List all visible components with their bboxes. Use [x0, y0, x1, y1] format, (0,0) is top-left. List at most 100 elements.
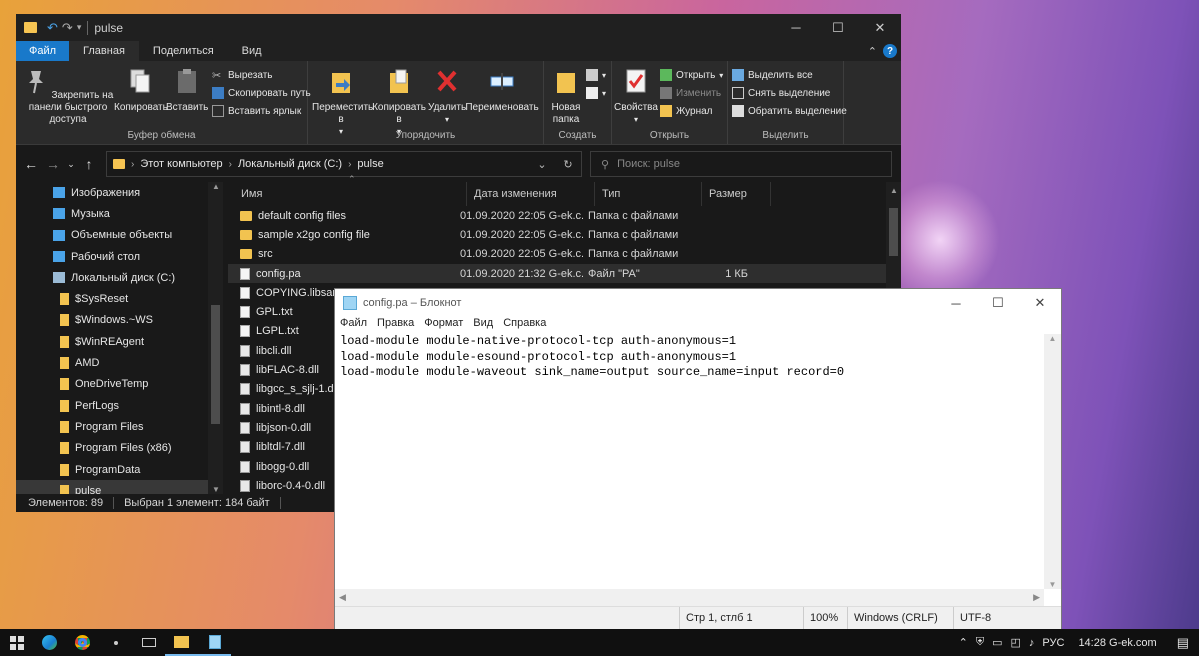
scroll-left-icon[interactable]: ◀: [339, 592, 346, 603]
customize-qa-icon[interactable]: ▾: [77, 22, 82, 33]
menu-file[interactable]: Файл: [340, 317, 367, 333]
file-row[interactable]: config.pa 01.09.2020 21:32G-ek.c... Файл "…: [228, 263, 901, 284]
open-button[interactable]: Открыть ▾: [660, 69, 723, 81]
nav-item[interactable]: Локальный диск (C:): [16, 267, 223, 288]
tab-view[interactable]: Вид: [228, 41, 276, 61]
scroll-up-icon[interactable]: ▲: [1044, 334, 1061, 343]
explorer-app-button[interactable]: [165, 629, 198, 656]
history-button[interactable]: Журнал: [660, 105, 713, 117]
paste-shortcut-button[interactable]: Вставить ярлык: [212, 105, 301, 117]
nav-item[interactable]: $WinREAgent: [16, 331, 223, 352]
nav-item[interactable]: Изображения: [16, 182, 223, 203]
refresh-icon[interactable]: ↻: [555, 158, 581, 171]
breadcrumb-this-pc[interactable]: Этот компьютер: [140, 158, 222, 170]
network-icon[interactable]: ◰: [1011, 636, 1021, 649]
select-all-button[interactable]: Выделить все: [732, 69, 813, 81]
address-bar[interactable]: › Этот компьютер › Локальный диск (C:) ›…: [106, 151, 582, 177]
notepad-text-area[interactable]: load-module module-native-protocol-tcp a…: [338, 334, 1044, 589]
security-icon[interactable]: ⛨: [976, 636, 984, 649]
app-button-3[interactable]: [99, 629, 132, 656]
explorer-titlebar[interactable]: ↶ ↷ ▾ pulse ─ ☐ ✕: [16, 14, 901, 41]
language-indicator[interactable]: РУС: [1042, 637, 1064, 649]
redo-icon[interactable]: ↷: [62, 20, 73, 36]
menu-help[interactable]: Справка: [503, 317, 546, 333]
nav-item[interactable]: Program Files: [16, 416, 223, 437]
minimize-button[interactable]: ─: [935, 289, 977, 317]
chrome-app-button[interactable]: [66, 629, 99, 656]
recent-locations-icon[interactable]: ⌄: [64, 159, 78, 170]
collapse-ribbon-icon[interactable]: ⌃: [868, 45, 877, 58]
properties-button[interactable]: Свойства ▾: [614, 67, 658, 126]
nav-item[interactable]: OneDriveTemp: [16, 374, 223, 395]
maximize-button[interactable]: ☐: [977, 289, 1019, 317]
help-icon[interactable]: ?: [883, 44, 897, 58]
notepad-vscrollbar[interactable]: ▲ ▼: [1044, 334, 1061, 589]
col-name[interactable]: Имя: [223, 182, 467, 206]
breadcrumb-drive-c[interactable]: Локальный диск (C:): [238, 158, 342, 170]
minimize-button[interactable]: ─: [775, 14, 817, 41]
delete-button[interactable]: Удалить ▾: [428, 67, 466, 126]
copy-button[interactable]: Копировать: [114, 67, 168, 114]
paste-button[interactable]: Вставить: [166, 67, 208, 114]
edge-app-button[interactable]: [33, 629, 66, 656]
nav-item[interactable]: $Windows.~WS: [16, 310, 223, 331]
tab-home[interactable]: Главная: [69, 41, 139, 61]
nav-scrollbar[interactable]: ▲ ▼: [208, 182, 223, 494]
menu-edit[interactable]: Правка: [377, 317, 414, 333]
notifications-icon[interactable]: ▤: [1177, 635, 1189, 651]
col-date[interactable]: Дата изменения: [467, 182, 595, 206]
new-folder-button[interactable]: Новая папка: [546, 67, 586, 126]
pin-quick-access-button[interactable]: Закрепить на панели быстрого доступа: [20, 67, 116, 126]
nav-item[interactable]: pulse: [16, 480, 223, 494]
tab-file[interactable]: Файл: [16, 41, 70, 61]
close-button[interactable]: ✕: [859, 14, 901, 41]
move-to-button[interactable]: Переместить в ▾: [312, 67, 373, 138]
scroll-up-icon[interactable]: ▲: [890, 186, 898, 195]
battery-icon[interactable]: ▭: [992, 636, 1002, 649]
nav-item[interactable]: Музыка: [16, 203, 223, 224]
scroll-up-icon[interactable]: ▲: [212, 182, 220, 191]
show-hidden-icons-icon[interactable]: ⌃: [959, 636, 968, 649]
maximize-button[interactable]: ☐: [817, 14, 859, 41]
file-row[interactable]: default config files 01.09.2020 22:05 G-ek…: [228, 206, 901, 225]
up-arrow-icon[interactable]: ↑: [78, 156, 100, 172]
notepad-titlebar[interactable]: config.pa – Блокнот ─ ☐ ✕: [335, 289, 1061, 317]
copy-to-button[interactable]: Копировать в ▾: [370, 67, 428, 138]
nav-item[interactable]: Рабочий стол: [16, 246, 223, 267]
forward-arrow-icon[interactable]: →: [42, 156, 64, 172]
copy-path-button[interactable]: Скопировать путь: [212, 87, 311, 99]
nav-scroll-thumb[interactable]: [211, 305, 220, 424]
col-size[interactable]: Размер: [702, 182, 771, 206]
menu-format[interactable]: Формат: [424, 317, 463, 333]
clock[interactable]: 14:28 G-ek.com: [1078, 637, 1156, 649]
tab-share[interactable]: Поделиться: [139, 41, 228, 61]
chevron-down-icon[interactable]: ⌄: [529, 158, 555, 171]
new-item-button[interactable]: ▾: [586, 69, 606, 81]
nav-item[interactable]: $SysReset: [16, 288, 223, 309]
nav-item[interactable]: PerfLogs: [16, 395, 223, 416]
scroll-down-icon[interactable]: ▼: [1044, 580, 1061, 589]
start-button[interactable]: [0, 629, 33, 656]
undo-icon[interactable]: ↶: [47, 20, 58, 36]
breadcrumb-pulse[interactable]: pulse: [357, 158, 383, 170]
file-row[interactable]: src 01.09.2020 22:05G-ek.c... Папка с файл…: [228, 245, 901, 264]
nav-item[interactable]: Объемные объекты: [16, 225, 223, 246]
easy-access-button[interactable]: ▾: [586, 87, 606, 99]
nav-item[interactable]: ProgramData: [16, 459, 223, 480]
close-button[interactable]: ✕: [1019, 289, 1061, 317]
invert-selection-button[interactable]: Обратить выделение: [732, 105, 847, 117]
file-row[interactable]: sample x2go config file 01.09.2020 22:05 G…: [228, 225, 901, 244]
app-button-4[interactable]: [132, 629, 165, 656]
scroll-down-icon[interactable]: ▼: [212, 485, 220, 494]
notepad-hscrollbar[interactable]: ◀ ▶: [335, 589, 1044, 606]
back-arrow-icon[interactable]: ←: [20, 156, 42, 172]
rename-button[interactable]: Переименовать: [464, 67, 540, 114]
col-type[interactable]: Тип: [595, 182, 702, 206]
edit-button[interactable]: Изменить: [660, 87, 721, 99]
scroll-right-icon[interactable]: ▶: [1033, 592, 1040, 603]
file-scroll-thumb[interactable]: [889, 208, 898, 256]
menu-view[interactable]: Вид: [473, 317, 493, 333]
notepad-app-button[interactable]: [198, 629, 231, 656]
search-input[interactable]: ⚲ Поиск: pulse: [590, 151, 892, 177]
select-none-button[interactable]: Снять выделение: [732, 87, 830, 99]
